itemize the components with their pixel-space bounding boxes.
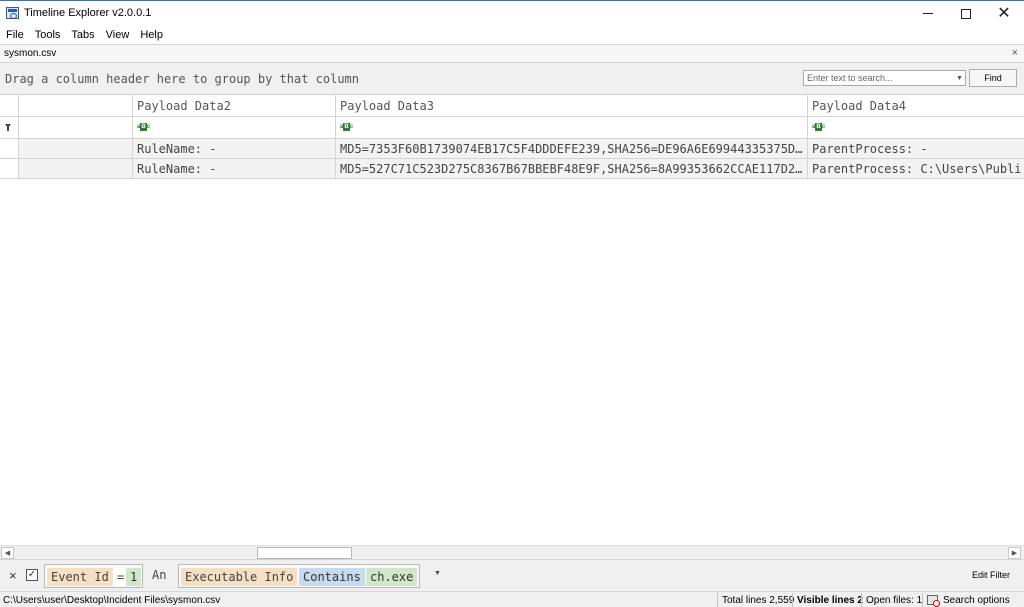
minimize-button[interactable] [908, 2, 948, 25]
table-row[interactable]: RuleName: - MD5=527C71C523D275C8367B67BB… [0, 159, 1024, 179]
file-path: C:\Users\user\Desktop\Incident Files\sys… [3, 595, 221, 606]
maximize-icon [961, 8, 971, 19]
menu-tabs[interactable]: Tabs [65, 29, 99, 41]
close-window-button[interactable]: ✕ [984, 2, 1024, 25]
menu-file[interactable]: File [0, 29, 29, 41]
horizontal-scrollbar[interactable]: ◀ ▶ [0, 545, 1024, 559]
column-header-payload-data2[interactable]: Payload Data2 [133, 95, 336, 116]
funnel-icon [5, 124, 11, 131]
column-header-label: Payload Data4 [812, 99, 906, 113]
row-indicator[interactable] [0, 139, 19, 158]
column-header-label: Payload Data3 [340, 99, 434, 113]
table-cell[interactable]: ParentProcess: - [808, 139, 1024, 158]
column-header-payload-data4[interactable]: Payload Data4 [808, 95, 1024, 116]
minimize-icon [923, 13, 933, 14]
table-cell[interactable]: MD5=7353F60B1739074EB17C5F4DDDEFE239,SHA… [336, 139, 808, 158]
table-cell[interactable]: ParentProcess: C:\Users\Publi [808, 159, 1024, 178]
app-icon [6, 7, 19, 19]
chevron-down-icon[interactable]: ▼ [434, 570, 441, 577]
close-icon: ✕ [997, 4, 1011, 22]
column-header-label: Payload Data2 [137, 99, 231, 113]
title-bar: Timeline Explorer v2.0.0.1 ✕ [0, 0, 1024, 25]
filter-condition-executable-info[interactable]: Executable Info Contains ch.exe [178, 564, 420, 588]
visible-lines: Visible lines 2 [797, 595, 863, 606]
find-button[interactable]: Find [969, 69, 1017, 87]
group-hint[interactable]: Drag a column header here to group by th… [5, 72, 359, 86]
window-title: Timeline Explorer v2.0.0.1 [24, 7, 152, 19]
filter-cell[interactable] [19, 117, 133, 138]
text-filter-icon: aBc [340, 123, 354, 131]
table-cell[interactable] [19, 159, 133, 178]
filter-joiner[interactable]: An [152, 568, 166, 582]
total-lines: Total lines 2,559 [722, 595, 795, 606]
clear-filter-icon[interactable]: × [9, 568, 17, 583]
column-header[interactable] [19, 95, 133, 116]
text-filter-icon: aBc [137, 123, 151, 131]
table-cell[interactable] [19, 139, 133, 158]
status-bar: C:\Users\user\Desktop\Incident Files\sys… [0, 591, 1024, 607]
maximize-button[interactable] [946, 2, 986, 25]
search-options-button[interactable]: Search options [943, 595, 1010, 606]
row-indicator-header [0, 95, 19, 116]
menu-help[interactable]: Help [134, 29, 168, 41]
text-filter-icon: aBc [812, 123, 826, 131]
close-tab-icon[interactable]: × [1012, 47, 1018, 59]
filter-operator[interactable]: Contains [299, 568, 365, 586]
scrollbar-thumb[interactable] [257, 547, 352, 559]
scroll-right-icon[interactable]: ▶ [1008, 547, 1021, 559]
row-indicator[interactable] [0, 159, 19, 178]
search-input[interactable] [803, 70, 966, 86]
document-tab-strip: sysmon.csv × [0, 44, 1024, 63]
table-cell[interactable]: MD5=527C71C523D275C8367B67BBEBF48E9F,SHA… [336, 159, 808, 178]
table-cell[interactable]: RuleName: - [133, 139, 336, 158]
table-cell[interactable]: RuleName: - [133, 159, 336, 178]
search-options-icon[interactable] [927, 595, 940, 607]
filter-condition-event-id[interactable]: Event Id = 1 [44, 564, 143, 588]
auto-filter-row: aBc aBc aBc [0, 117, 1024, 139]
status-divider [792, 593, 793, 607]
menu-bar: File Tools Tabs View Help [0, 25, 1024, 44]
filter-value[interactable]: ch.exe [366, 568, 418, 586]
data-grid: Payload Data2 Payload Data3 Payload Data… [0, 95, 1024, 545]
menu-view[interactable]: View [100, 29, 135, 41]
status-divider [717, 593, 718, 607]
filter-cell-payload-data3[interactable]: aBc [336, 117, 808, 138]
status-divider [861, 593, 862, 607]
filter-row-indicator [0, 117, 19, 138]
group-panel: Drag a column header here to group by th… [0, 63, 1024, 95]
filter-cell-payload-data4[interactable]: aBc [808, 117, 1024, 138]
enable-filter-checkbox[interactable]: ✓ [26, 569, 38, 581]
filter-panel: × ✓ Event Id = 1 An Executable Info Cont… [0, 559, 1024, 591]
open-files: Open files: 1 [866, 595, 923, 606]
filter-field[interactable]: Executable Info [181, 568, 298, 586]
column-header-row: Payload Data2 Payload Data3 Payload Data… [0, 95, 1024, 117]
tab-sysmon-csv[interactable]: sysmon.csv [4, 48, 56, 59]
chevron-down-icon[interactable]: ▼ [954, 71, 965, 85]
status-divider [922, 593, 923, 607]
filter-cell-payload-data2[interactable]: aBc [133, 117, 336, 138]
menu-tools[interactable]: Tools [29, 29, 66, 41]
scroll-left-icon[interactable]: ◀ [1, 547, 14, 559]
table-row[interactable]: RuleName: - MD5=7353F60B1739074EB17C5F4D… [0, 139, 1024, 159]
column-header-payload-data3[interactable]: Payload Data3 [336, 95, 808, 116]
edit-filter-button[interactable]: Edit Filter [972, 570, 1010, 580]
filter-field[interactable]: Event Id [47, 568, 113, 586]
filter-value[interactable]: 1 [126, 568, 142, 586]
